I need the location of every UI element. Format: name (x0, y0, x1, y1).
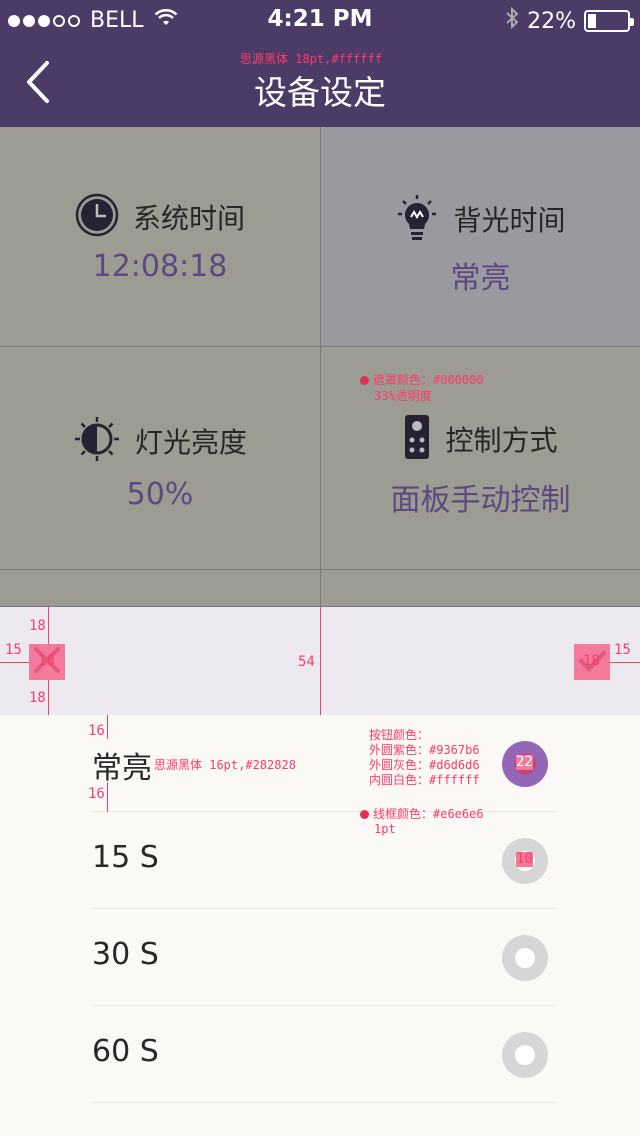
radio-inner (515, 948, 535, 968)
setting-label: 控制方式 (445, 424, 558, 457)
dim-right: 15 (614, 642, 631, 658)
setting-value: 12:08:18 (92, 249, 228, 284)
mask-annotation-line2: 33%透明度 (374, 389, 432, 403)
dim-line (48, 607, 49, 644)
setting-label: 背光时间 (453, 204, 566, 237)
border-annotation: 线框颜色：#e6e6e6 1pt (360, 807, 484, 837)
annotation-line: 外圆紫色：#9367b6 (369, 743, 480, 757)
setting-value: 常亮 (450, 261, 511, 296)
radio-inner (515, 1045, 535, 1065)
button-color-annotation: 按钮颜色： 外圆紫色：#9367b6 外圆灰色：#d6d6d6 内圆白色：#ff… (369, 728, 480, 788)
dim-pad-bottom: 16 (88, 786, 105, 802)
dim-unselected-size: 10 (516, 851, 533, 867)
dim-right-icon: 18 (583, 653, 600, 669)
setting-light-brightness[interactable]: 灯光亮度 50% (0, 347, 321, 570)
dim-selected-size: 22 (516, 754, 533, 770)
dim-bottom: 18 (29, 690, 46, 706)
grid-cell-empty (321, 570, 640, 607)
option-font-annotation: 思源黑体 16pt,#282828 (154, 758, 296, 772)
brightness-icon (73, 415, 121, 467)
radio-button[interactable] (502, 1032, 548, 1078)
setting-system-time[interactable]: 系统时间 12:08:18 (0, 127, 321, 347)
annotation-line: 内圆白色：#ffffff (369, 773, 480, 787)
annotation-line: 按钮颜色： (369, 728, 430, 742)
dim-line (320, 607, 321, 715)
dim-icon: 18 (38, 653, 55, 669)
dim-line (107, 715, 108, 739)
setting-value: 面板手动控制 (390, 483, 571, 518)
grid-cell-empty (0, 570, 321, 607)
option-label: 常亮 (92, 751, 152, 786)
battery-level (588, 14, 596, 28)
settings-grid: 系统时间 12:08:18 背光时间 常亮 灯光亮度 50% 控制方式 面板手动… (0, 127, 640, 607)
annotation-line: 外圆灰色：#d6d6d6 (369, 758, 480, 772)
dim-line (0, 662, 29, 663)
setting-label: 灯光亮度 (134, 426, 247, 459)
page-title: 设备设定 (254, 73, 386, 112)
title-annotation: 思源黑体 18pt,#ffffff (240, 52, 382, 66)
option-15s[interactable]: 15 S (92, 812, 556, 909)
mask-annotation-line1: 遮罩颜色：#000000 (373, 373, 484, 387)
dim-line (107, 782, 108, 812)
annotation-dot (360, 810, 369, 819)
annotation-line: 线框颜色：#e6e6e6 (373, 807, 484, 821)
bluetooth-icon (505, 6, 519, 36)
bulb-icon (395, 193, 439, 245)
setting-backlight-time[interactable]: 背光时间 常亮 (321, 127, 640, 347)
dim-line (48, 680, 49, 715)
status-bar: BELL 4:21 PM 22% (0, 0, 640, 40)
remote-icon (403, 413, 431, 465)
option-label: 30 S (92, 937, 159, 972)
setting-label: 系统时间 (132, 202, 245, 235)
setting-value: 50% (126, 477, 194, 512)
option-label: 60 S (92, 1034, 159, 1069)
dim-top: 18 (29, 618, 46, 634)
option-60s[interactable]: 60 S (92, 1006, 556, 1103)
header: BELL 4:21 PM 22% 思源黑体 18pt,#ffffff 设备设定 (0, 0, 640, 127)
dim-height: 54 (298, 654, 315, 670)
option-30s[interactable]: 30 S (92, 909, 556, 1006)
clock-icon (75, 193, 119, 241)
mask-annotation: 遮罩颜色：#000000 33%透明度 (360, 372, 484, 404)
dim-pad-top: 16 (88, 723, 105, 739)
battery-icon (584, 10, 634, 32)
annotation-line: 1pt (374, 822, 396, 836)
battery-percent: 22% (527, 8, 576, 34)
dim-line (610, 662, 640, 663)
status-right: 22% (505, 6, 634, 36)
radio-button[interactable] (502, 935, 548, 981)
annotation-dot (360, 376, 369, 385)
option-label: 15 S (92, 840, 159, 875)
dim-left: 15 (5, 642, 22, 658)
